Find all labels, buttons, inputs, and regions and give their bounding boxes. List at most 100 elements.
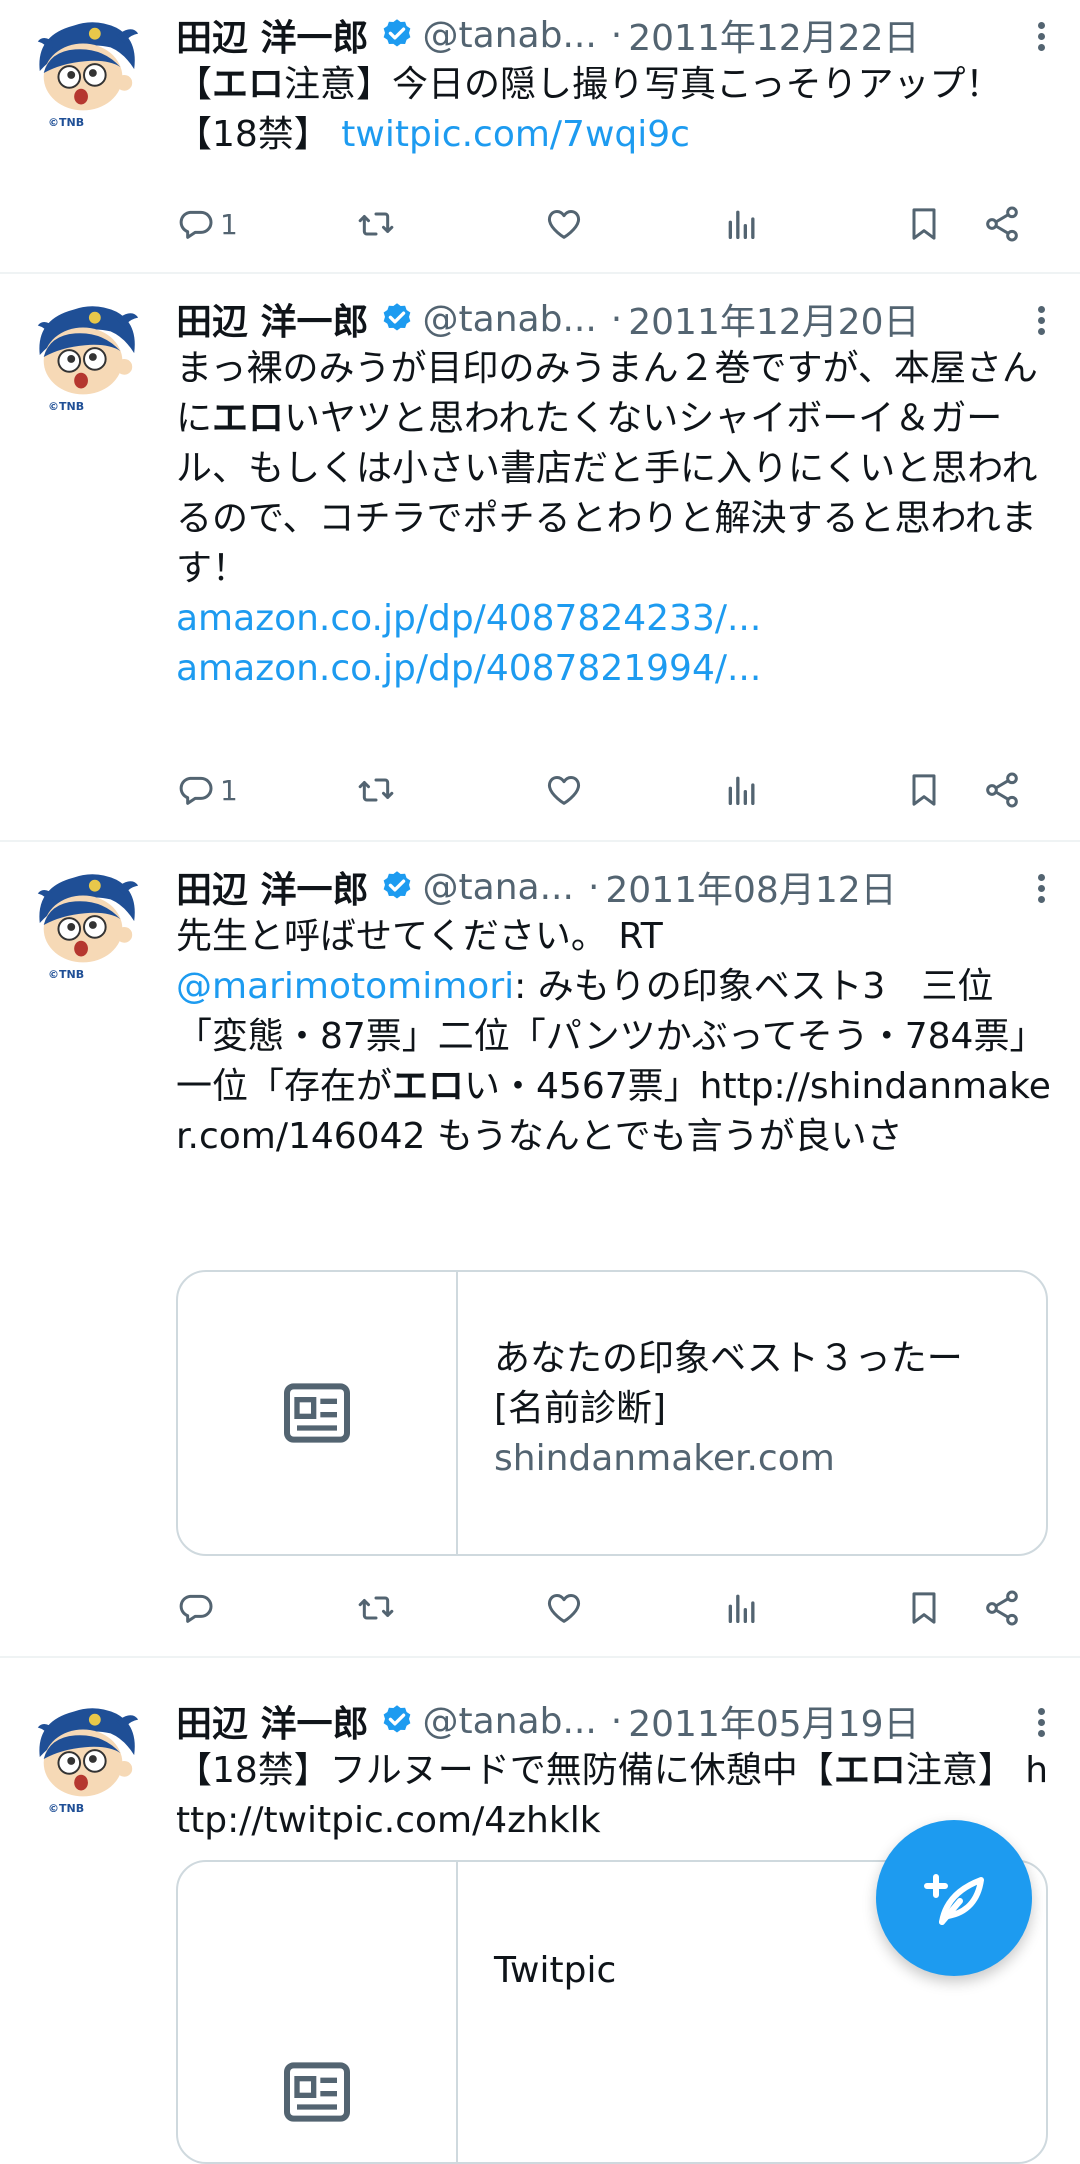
reply-count: 1 xyxy=(220,773,238,807)
tweet-link[interactable]: amazon.co.jp/dp/4087821994/... xyxy=(176,648,761,689)
text-segment-bold: エロ xyxy=(392,1066,465,1107)
views-button[interactable] xyxy=(722,760,762,820)
text-segment-bold: エロ xyxy=(212,64,285,105)
reply-count: 1 xyxy=(220,207,238,241)
action-bar: 1 xyxy=(176,194,1036,254)
bookmark-button[interactable] xyxy=(904,760,944,820)
avatar-caption: ©TNB xyxy=(48,400,85,413)
divider xyxy=(0,272,1080,274)
user-handle[interactable]: @tanab... xyxy=(423,1701,597,1742)
bookmark-button[interactable] xyxy=(904,194,944,254)
card-thumbnail xyxy=(178,1272,458,1554)
retweet-button[interactable] xyxy=(356,760,396,820)
more-icon[interactable] xyxy=(1036,306,1046,342)
bookmark-icon xyxy=(904,770,944,810)
user-name[interactable]: 田辺 洋一郎 xyxy=(176,861,369,913)
retweet-icon xyxy=(356,204,396,244)
avatar[interactable] xyxy=(26,298,144,416)
reply-icon xyxy=(176,204,216,244)
divider xyxy=(0,1656,1080,1658)
verified-badge-icon xyxy=(379,1703,415,1739)
tweet-date[interactable]: 2011年08月12日 xyxy=(605,861,896,913)
reply-icon xyxy=(176,770,216,810)
tweet-date[interactable]: 2011年05月19日 xyxy=(628,1695,919,1747)
text-segment: 【18禁】フルヌードで無防備に休憩中【 xyxy=(176,1750,834,1791)
like-icon xyxy=(544,204,584,244)
verified-badge-icon xyxy=(379,301,415,337)
user-handle[interactable]: @tanab... xyxy=(423,299,597,340)
reply-button[interactable] xyxy=(176,1578,220,1638)
share-button[interactable] xyxy=(982,1578,1022,1638)
like-button[interactable] xyxy=(544,760,584,820)
user-handle[interactable]: @tanab... xyxy=(423,15,597,56)
separator-dot: · xyxy=(610,298,623,340)
mention-link[interactable]: @marimotomimori xyxy=(176,966,514,1007)
tweet-link[interactable]: twitpic.com/7wqi9c xyxy=(341,114,690,155)
more-icon[interactable] xyxy=(1036,874,1046,910)
user-name[interactable]: 田辺 洋一郎 xyxy=(176,293,369,345)
separator-dot: · xyxy=(587,866,600,908)
tweet-date[interactable]: 2011年12月22日 xyxy=(628,9,919,61)
card-text: あなたの印象ベスト３ったー [名前診断] shindanmaker.com xyxy=(494,1334,1016,1484)
tweet-header: 田辺 洋一郎 @tanab... · 2011年05月19日 xyxy=(176,1690,1060,1752)
card-title: あなたの印象ベスト３ったー [名前診断] xyxy=(494,1338,963,1429)
views-button[interactable] xyxy=(722,1578,762,1638)
views-icon xyxy=(722,204,762,244)
views-icon xyxy=(722,770,762,810)
retweet-icon xyxy=(356,770,396,810)
compose-button[interactable] xyxy=(876,1820,1032,1976)
reply-icon xyxy=(176,1588,216,1628)
share-icon xyxy=(982,1588,1022,1628)
action-bar: 1 xyxy=(176,760,1036,820)
reply-button[interactable]: 1 xyxy=(176,760,238,820)
user-name[interactable]: 田辺 洋一郎 xyxy=(176,1695,369,1747)
avatar-caption: ©TNB xyxy=(48,116,85,129)
user-name[interactable]: 田辺 洋一郎 xyxy=(176,9,369,61)
avatar-caption: ©TNB xyxy=(48,1802,85,1815)
tweet-text: 【エロ注意】今日の隠し撮り写真こっそりアップ！【18禁】 twitpic.com… xyxy=(176,60,1056,160)
retweet-button[interactable] xyxy=(356,194,396,254)
more-icon[interactable] xyxy=(1036,1708,1046,1744)
link-card[interactable]: あなたの印象ベスト３ったー [名前診断] shindanmaker.com xyxy=(176,1270,1048,1556)
text-segment: いヤツと思われたくないシャイボーイ＆ガール、もしくは小さい書店だと手に入りにくい… xyxy=(176,398,1038,589)
share-button[interactable] xyxy=(982,194,1022,254)
avatar-caption: ©TNB xyxy=(48,968,85,981)
share-icon xyxy=(982,770,1022,810)
share-button[interactable] xyxy=(982,760,1022,820)
avatar[interactable] xyxy=(26,866,144,984)
like-icon xyxy=(544,770,584,810)
more-icon[interactable] xyxy=(1036,22,1046,58)
reply-button[interactable]: 1 xyxy=(176,194,238,254)
tweet-header: 田辺 洋一郎 @tanab... · 2011年12月20日 xyxy=(176,288,1060,350)
tweet-text: まっ裸のみうが目印のみうまん２巻ですが、本屋さんにエロいヤツと思われたくないシャ… xyxy=(176,344,1056,694)
tweet-text: 先生と呼ばせてください。 RT @marimotomimori: みもりの印象ベ… xyxy=(176,912,1056,1162)
separator-dot: · xyxy=(610,1700,623,1742)
tweet-header: 田辺 洋一郎 @tana... · 2011年08月12日 xyxy=(176,856,1060,918)
card-domain: shindanmaker.com xyxy=(494,1438,835,1479)
text-segment-bold: エロ xyxy=(833,1750,906,1791)
like-button[interactable] xyxy=(544,1578,584,1638)
retweet-button[interactable] xyxy=(356,1578,396,1638)
retweet-icon xyxy=(356,1588,396,1628)
verified-badge-icon xyxy=(379,869,415,905)
views-icon xyxy=(722,1588,762,1628)
card-thumbnail xyxy=(178,1862,458,2162)
bookmark-icon xyxy=(904,204,944,244)
like-button[interactable] xyxy=(544,194,584,254)
link-card-icon xyxy=(277,1373,357,1453)
views-button[interactable] xyxy=(722,194,762,254)
avatar[interactable] xyxy=(26,1700,144,1818)
tweet-header: 田辺 洋一郎 @tanab... · 2011年12月22日 xyxy=(176,4,1060,66)
separator-dot: · xyxy=(610,14,623,56)
share-icon xyxy=(982,204,1022,244)
verified-badge-icon xyxy=(379,17,415,53)
link-card-icon xyxy=(277,2052,357,2132)
divider xyxy=(0,840,1080,842)
bookmark-button[interactable] xyxy=(904,1578,944,1638)
action-bar xyxy=(176,1578,1036,1638)
tweet-date[interactable]: 2011年12月20日 xyxy=(628,293,919,345)
like-icon xyxy=(544,1588,584,1628)
avatar[interactable] xyxy=(26,14,144,132)
tweet-link[interactable]: amazon.co.jp/dp/4087824233/... xyxy=(176,598,761,639)
user-handle[interactable]: @tana... xyxy=(423,867,574,908)
